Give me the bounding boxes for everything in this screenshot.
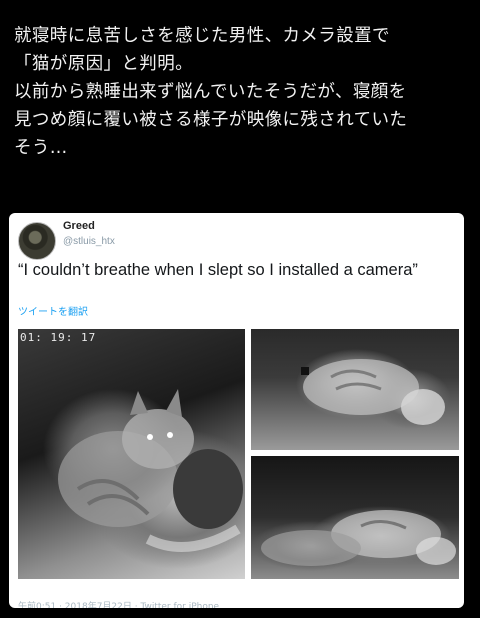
tweet-photo-top-right[interactable] bbox=[251, 329, 459, 450]
tweet-footer-meta: 午前0:51 · 2018年7月22日 · Twitter for iPhone bbox=[18, 602, 220, 608]
tweet-photo-grid: 01: 19: 17 bbox=[18, 329, 459, 608]
tweet-handle[interactable]: @stluis_htx bbox=[63, 236, 115, 247]
cat-sleeping-illustration bbox=[261, 510, 456, 566]
embedded-tweet-card[interactable]: Greed @stluis_htx “I couldn’t breathe wh… bbox=[9, 213, 464, 608]
translate-tweet-link[interactable]: ツイートを翻訳 bbox=[18, 303, 88, 318]
post-text-line: 「猫が原因」と判明。 bbox=[14, 54, 193, 74]
post-text: 就寝時に息苦しさを感じた男性、カメラ設置で 「猫が原因」と判明。 以前から熟睡出… bbox=[14, 22, 470, 162]
sleeping-person-illustration bbox=[301, 359, 445, 425]
tweet-text: “I couldn’t breathe when I slept so I in… bbox=[18, 261, 418, 279]
post-text-line: 見つめ顔に覆い被さる様子が映像に残されていた bbox=[14, 110, 408, 130]
cat-on-sleeper-illustration bbox=[58, 389, 243, 552]
tweet-photo-main[interactable]: 01: 19: 17 bbox=[18, 329, 245, 579]
post-text-line: そう… bbox=[14, 138, 68, 158]
post-text-line: 以前から熟睡出来ず悩んでいたそうだが、寝顔を bbox=[14, 82, 407, 102]
tweet-display-name[interactable]: Greed bbox=[63, 220, 95, 232]
post-text-line: 就寝時に息苦しさを感じた男性、カメラ設置で bbox=[14, 26, 390, 46]
camera-timestamp: 01: 19: 17 bbox=[20, 331, 97, 344]
tweet-photo-bottom-right[interactable] bbox=[251, 456, 459, 579]
avatar[interactable] bbox=[18, 222, 56, 260]
